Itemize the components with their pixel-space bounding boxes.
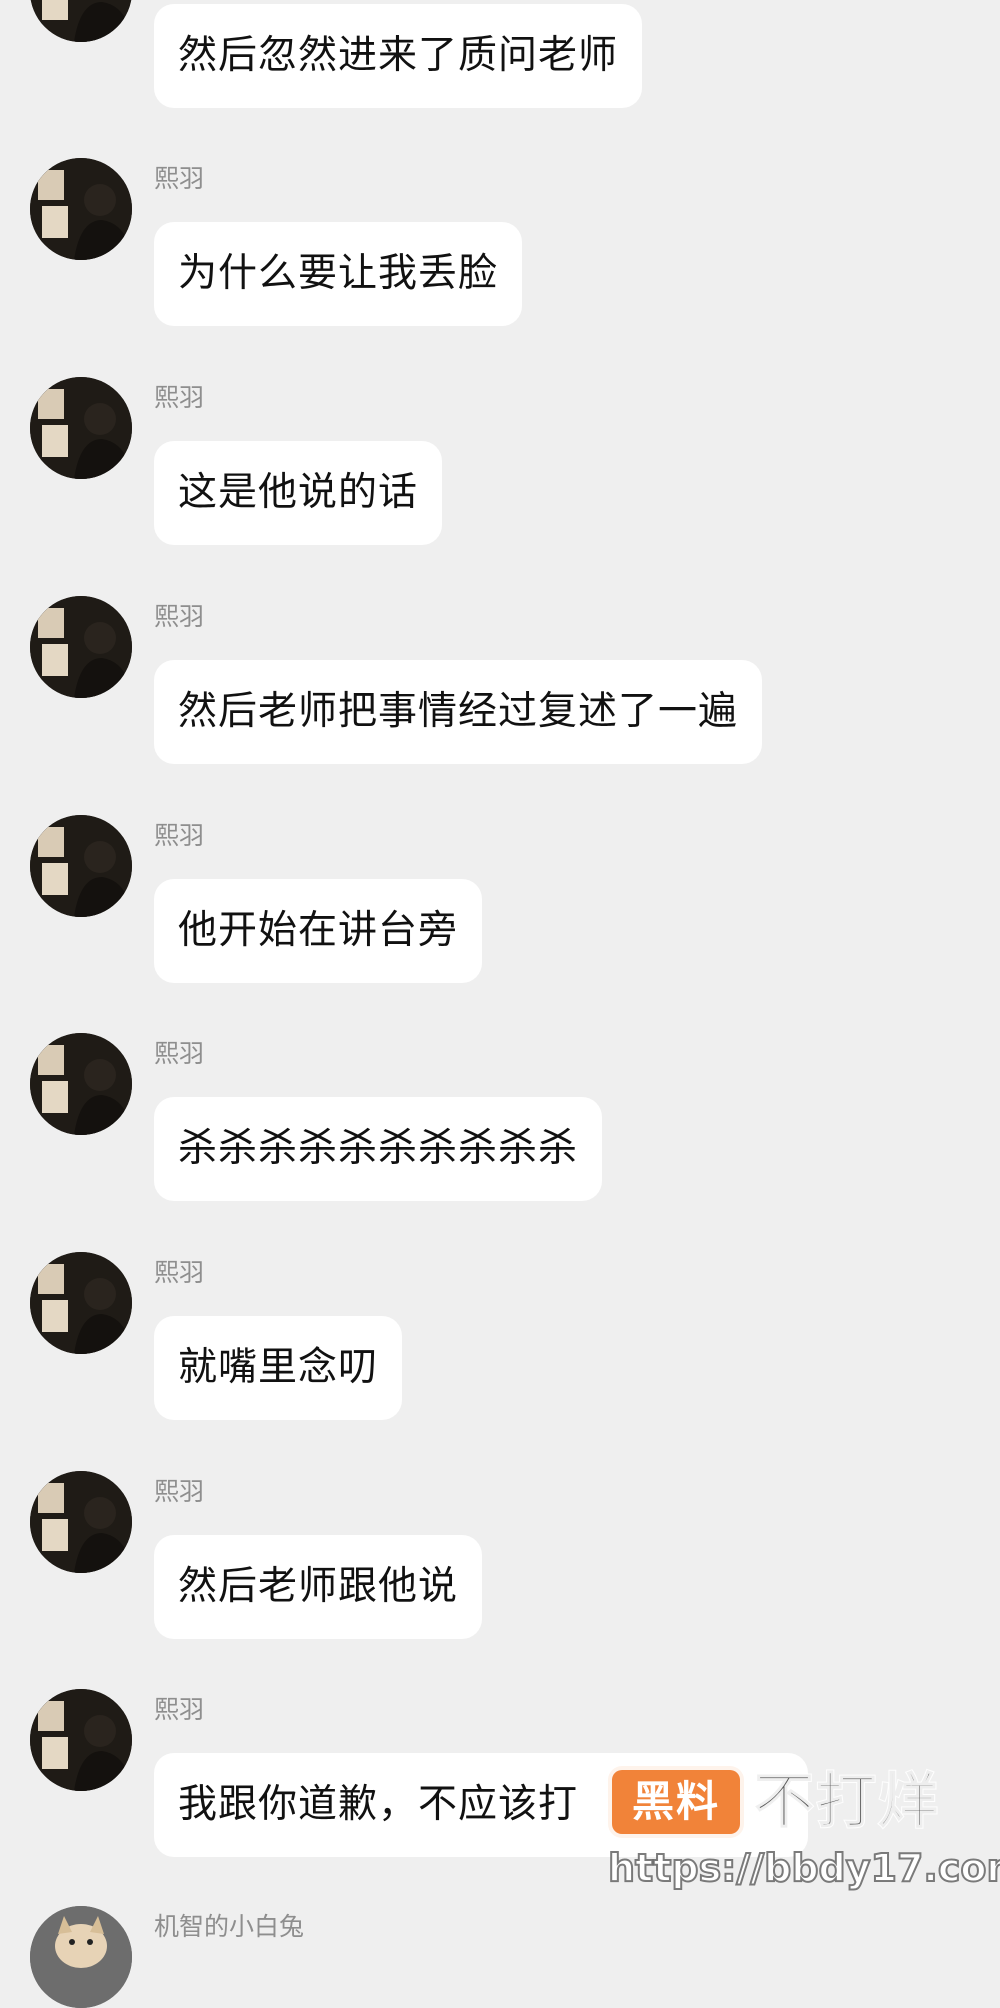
message-bubble[interactable]: 为什么要让我丢脸 xyxy=(154,222,523,326)
avatar-photo-icon xyxy=(30,1689,132,1791)
sender-name: 熙羽 xyxy=(154,821,205,850)
sender-avatar[interactable] xyxy=(30,1252,132,1354)
avatar-photo-icon xyxy=(30,1252,132,1354)
sender-avatar[interactable] xyxy=(30,596,132,698)
avatar-photo-icon xyxy=(30,158,132,260)
sender-avatar[interactable] xyxy=(30,815,132,917)
message-bubble[interactable]: 就嘴里念叨 xyxy=(154,1316,403,1420)
sender-name: 熙羽 xyxy=(154,1039,205,1068)
sender-avatar[interactable] xyxy=(30,377,132,479)
sender-name: 熙羽 xyxy=(154,1477,205,1506)
avatar-photo-icon xyxy=(30,596,132,698)
chat-message-list[interactable]: 然后忽然进来了质问老师 熙羽 为什么要让我丢脸 熙羽 这是他说的话 熙羽 然后老… xyxy=(0,0,1000,2008)
message-bubble[interactable]: 然后老师跟他说 xyxy=(154,1535,483,1639)
sender-avatar[interactable] xyxy=(30,1689,132,1791)
sender-avatar[interactable] xyxy=(30,0,132,42)
sender-avatar[interactable] xyxy=(30,1033,132,1135)
sender-name: 熙羽 xyxy=(154,164,205,193)
avatar-photo-icon xyxy=(30,1033,132,1135)
message-bubble[interactable]: 杀杀杀杀杀杀杀杀杀杀 xyxy=(154,1097,603,1201)
sender-name: 熙羽 xyxy=(154,1258,205,1287)
avatar-photo-icon xyxy=(30,377,132,479)
avatar-photo-icon xyxy=(30,0,132,42)
message-bubble[interactable]: 这是他说的话 xyxy=(154,441,443,545)
message-bubble[interactable]: 我跟你道歉，不应该打 xyxy=(154,1753,808,1857)
avatar-photo-icon xyxy=(30,1471,132,1573)
sender-avatar[interactable] xyxy=(30,1906,132,2008)
avatar-photo-icon xyxy=(30,815,132,917)
sender-name: 机智的小白兔 xyxy=(154,1912,305,1941)
sender-name: 熙羽 xyxy=(154,1695,205,1724)
message-bubble[interactable]: 他开始在讲台旁 xyxy=(154,879,483,983)
sender-name: 熙羽 xyxy=(154,602,205,631)
message-bubble[interactable]: 然后老师把事情经过复述了一遍 xyxy=(154,660,763,764)
sender-avatar[interactable] xyxy=(30,1471,132,1573)
dog-avatar-icon xyxy=(30,1906,132,2008)
sender-avatar[interactable] xyxy=(30,158,132,260)
sender-name: 熙羽 xyxy=(154,383,205,412)
message-bubble[interactable]: 然后忽然进来了质问老师 xyxy=(154,4,643,108)
